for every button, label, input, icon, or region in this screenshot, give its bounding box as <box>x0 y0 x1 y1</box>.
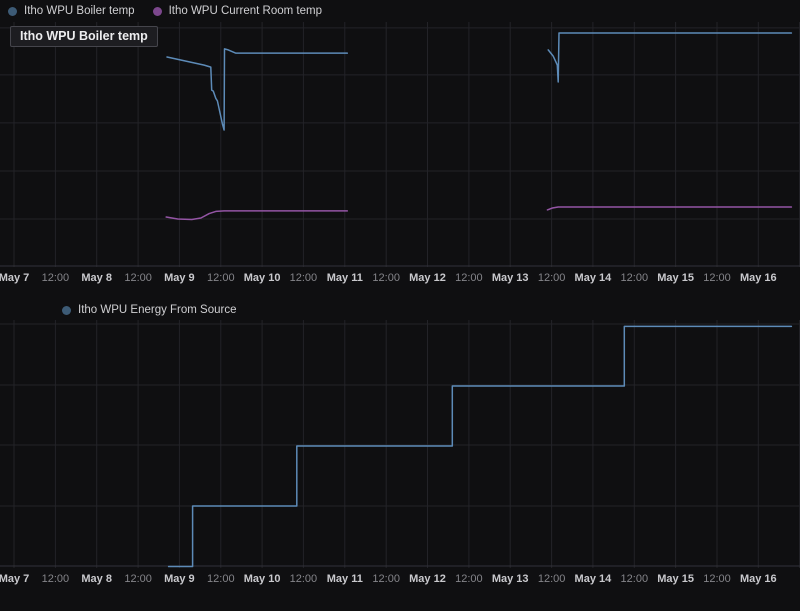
x-tick-12-00: 12:00 <box>41 272 70 284</box>
series-tooltip-label: Itho WPU Boiler temp <box>20 29 148 43</box>
x-tick-may-11: May 11 <box>326 272 363 284</box>
x-tick-may-10: May 10 <box>243 573 281 585</box>
x-tick-12-00: 12:00 <box>372 573 400 585</box>
legend-label: Itho WPU Current Room temp <box>168 5 322 17</box>
x-tick-12-00: 12:00 <box>289 272 318 284</box>
series-color-dot-icon <box>152 6 162 16</box>
x-tick-12-00: 12:00 <box>124 272 152 284</box>
legend-item-itho-wpu-boiler-temp[interactable]: Itho WPU Boiler temp <box>8 5 135 17</box>
x-tick-12-00: 12:00 <box>455 272 483 284</box>
x-tick-may-13: May 13 <box>491 573 529 585</box>
x-tick-12-00: 12:00 <box>207 272 235 284</box>
x-tick-may-13: May 13 <box>491 272 529 284</box>
x-tick-may-15: May 15 <box>657 573 694 585</box>
x-tick-12-00: 12:00 <box>207 573 235 585</box>
x-tick-may-8: May 8 <box>81 272 112 284</box>
x-tick-12-00: 12:00 <box>620 272 649 284</box>
history-dashboard: Itho WPU Boiler temp Itho WPU Current Roo… <box>0 0 800 611</box>
energy-chart-legend: Itho WPU Energy From Source <box>62 302 237 318</box>
x-tick-12-00: 12:00 <box>703 272 731 284</box>
x-tick-may-11: May 11 <box>326 573 363 585</box>
x-tick-may-7: May 7 <box>0 573 30 585</box>
series-color-dot-icon <box>8 6 17 16</box>
x-tick-12-00: 12:00 <box>620 573 649 585</box>
x-tick-may-14: May 14 <box>574 573 612 585</box>
energy-chart-plot[interactable] <box>0 320 800 568</box>
legend-label: Itho WPU Boiler temp <box>24 5 135 17</box>
energy-chart-x-axis: May 7 12:00 May 8 12:00 May 9 12:00 May 10 12:0… <box>0 573 800 589</box>
x-tick-may-16: May 16 <box>739 272 777 284</box>
temp-chart-x-axis: May 7 12:00 May 8 12:00 May 9 12:00 May 10 12:0… <box>0 272 800 288</box>
series-color-dot-icon <box>62 305 71 315</box>
x-tick-12-00: 12:00 <box>372 272 400 284</box>
x-tick-may-9: May 9 <box>164 272 195 284</box>
x-tick-12-00: 12:00 <box>703 573 731 585</box>
x-tick-12-00: 12:00 <box>124 573 152 585</box>
series-tooltip: Itho WPU Boiler temp <box>10 26 158 47</box>
x-tick-may-10: May 10 <box>243 272 281 284</box>
x-tick-12-00: 12:00 <box>455 573 483 585</box>
temp-chart-plot[interactable] <box>0 22 800 267</box>
x-tick-may-12: May 12 <box>409 573 446 585</box>
x-tick-may-15: May 15 <box>657 272 694 284</box>
x-tick-12-00: 12:00 <box>537 272 566 284</box>
x-tick-may-7: May 7 <box>0 272 30 284</box>
x-tick-may-12: May 12 <box>409 272 446 284</box>
x-tick-may-8: May 8 <box>81 573 112 585</box>
legend-label: Itho WPU Energy From Source <box>78 304 237 316</box>
legend-item-itho-wpu-current-room-temp[interactable]: Itho WPU Current Room temp <box>152 5 322 17</box>
x-tick-may-9: May 9 <box>164 573 195 585</box>
x-tick-12-00: 12:00 <box>289 573 318 585</box>
x-tick-may-14: May 14 <box>574 272 612 284</box>
temp-chart-legend: Itho WPU Boiler temp Itho WPU Current Roo… <box>8 3 322 19</box>
legend-item-itho-wpu-energy-from-source[interactable]: Itho WPU Energy From Source <box>62 304 237 316</box>
x-tick-12-00: 12:00 <box>537 573 566 585</box>
x-tick-may-16: May 16 <box>739 573 777 585</box>
x-tick-12-00: 12:00 <box>41 573 70 585</box>
